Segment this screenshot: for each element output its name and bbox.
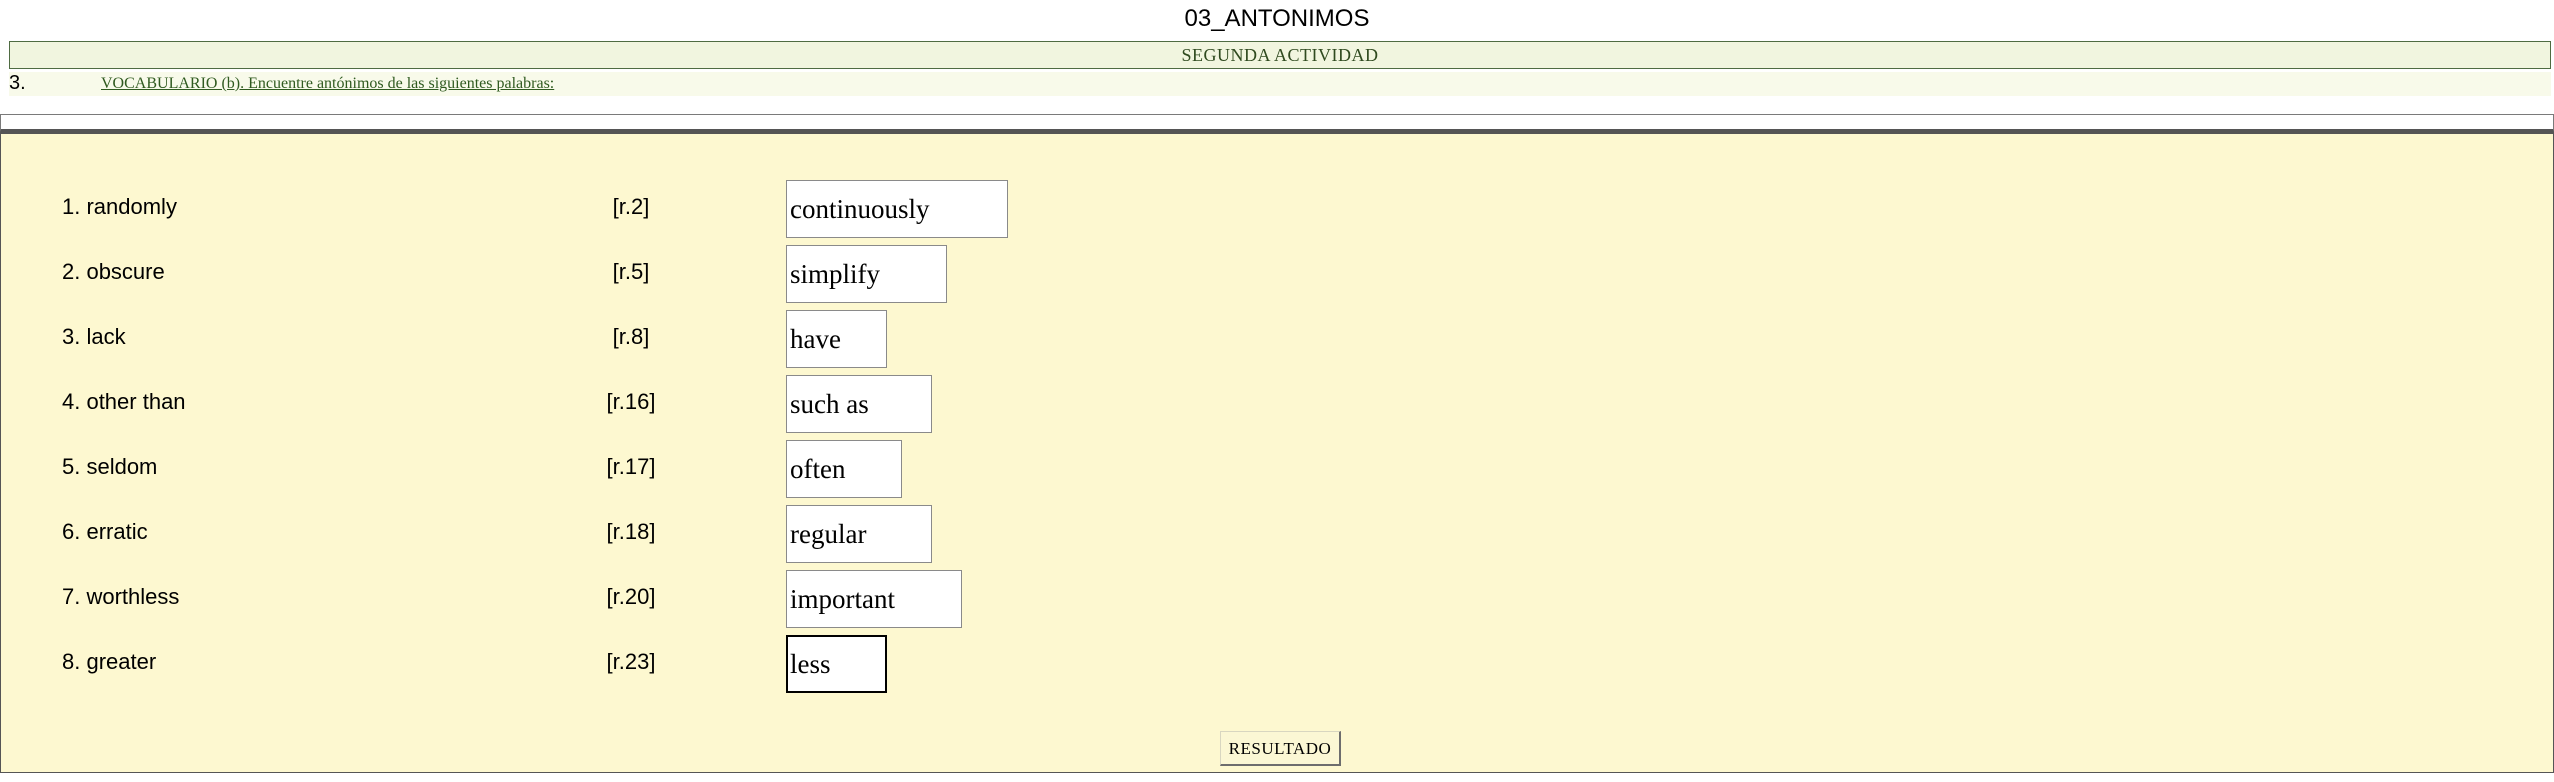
exercise-instruction-link[interactable]: VOCABULARIO (b). Encuentre antónimos de … — [101, 74, 554, 94]
item-reference: [r.18] — [606, 519, 656, 544]
answer-input-4[interactable] — [786, 375, 932, 433]
item-reference: [r.20] — [606, 584, 656, 609]
exercise-item-4: 4. other than [r.16] — [1, 375, 1101, 435]
item-term: 7. worthless — [62, 584, 180, 609]
exercise-item-5: 5. seldom [r.17] — [1, 440, 1101, 500]
answer-input-5[interactable] — [786, 440, 902, 498]
item-reference: [r.16] — [606, 389, 656, 414]
item-term: 6. erratic — [62, 519, 148, 544]
item-reference: [r.8] — [612, 324, 650, 349]
exercise-item-8: 8. greater [r.23] — [1, 635, 1101, 695]
item-reference: [r.2] — [612, 194, 650, 219]
exercise-item-1: 1. randomly [r.2] — [1, 180, 1101, 240]
result-button[interactable]: RESULTADO — [1220, 731, 1341, 766]
item-reference: [r.17] — [606, 454, 656, 479]
page-title: 03_ANTONIMOS — [1184, 5, 1370, 32]
answer-input-7[interactable] — [786, 570, 962, 628]
activity-title-bar: SEGUNDA ACTIVIDAD — [9, 41, 2551, 69]
exercise-item-7: 7. worthless [r.20] — [1, 570, 1101, 630]
item-term: 5. seldom — [62, 454, 158, 479]
item-term: 2. obscure — [62, 259, 165, 284]
item-term: 1. randomly — [62, 194, 177, 219]
answer-input-1[interactable] — [786, 180, 1008, 238]
item-term: 8. greater — [62, 649, 157, 674]
exercise-number: 3. — [9, 72, 26, 94]
answer-input-3[interactable] — [786, 310, 887, 368]
exercise-header: 3. VOCABULARIO (b). Encuentre antónimos … — [9, 72, 2551, 96]
exercise-item-3: 3. lack [r.8] — [1, 310, 1101, 370]
item-term: 4. other than — [62, 389, 186, 414]
item-reference: [r.5] — [612, 259, 650, 284]
item-term: 3. lack — [62, 324, 126, 349]
answer-input-6[interactable] — [786, 505, 932, 563]
item-reference: [r.23] — [606, 649, 656, 674]
exercise-item-2: 2. obscure [r.5] — [1, 245, 1101, 305]
answer-input-8[interactable] — [786, 635, 887, 693]
exercise-panel: 1. randomly [r.2] 2. obscure [r.5] 3. la… — [0, 132, 2554, 773]
exercise-item-6: 6. erratic [r.18] — [1, 505, 1101, 565]
answer-input-2[interactable] — [786, 245, 947, 303]
empty-frame — [0, 114, 2554, 132]
